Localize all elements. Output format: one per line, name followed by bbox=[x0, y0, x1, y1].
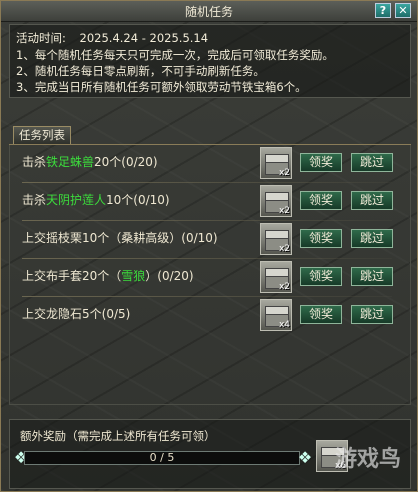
task-prefix: 上交龙隐石5个(0/5) bbox=[22, 307, 131, 321]
bar-right-ornament-icon: ❖ bbox=[297, 448, 313, 467]
task-text: 上交摇枝栗10个（桑耕高级）(0/10) bbox=[22, 229, 218, 246]
event-info-panel: 活动时间: 2025.4.24 - 2025.5.14 1、每个随机任务每天只可… bbox=[9, 24, 411, 98]
progress-bar: 0 / 5 bbox=[24, 451, 300, 465]
claim-button[interactable]: 领奖 bbox=[300, 191, 342, 210]
extra-reward-title: 额外奖励（需完成上述所有任务可领） bbox=[20, 429, 216, 443]
task-suffix: 10个(0/10) bbox=[106, 193, 170, 207]
skip-button[interactable]: 跳过 bbox=[351, 305, 393, 324]
task-prefix: 击杀 bbox=[22, 193, 47, 207]
skip-button[interactable]: 跳过 bbox=[351, 191, 393, 210]
reward-chest-icon[interactable]: x2 bbox=[260, 147, 292, 179]
progress-text: 0 / 5 bbox=[149, 451, 175, 464]
task-text: 击杀天阴护莲人10个(0/10) bbox=[22, 191, 170, 208]
skip-button[interactable]: 跳过 bbox=[351, 229, 393, 248]
task-text: 上交龙隐石5个(0/5) bbox=[22, 305, 130, 322]
claim-button[interactable]: 领奖 bbox=[300, 267, 342, 286]
task-suffix: ）(0/20) bbox=[145, 269, 194, 283]
task-suffix: 20个(0/20) bbox=[94, 155, 158, 169]
task-target: 天阴护莲人 bbox=[46, 193, 107, 207]
task-prefix: 击杀 bbox=[22, 155, 47, 169]
task-row: 击杀铁足蛛兽20个(0/20) x2 领奖 跳过 bbox=[10, 145, 410, 183]
task-row: 击杀天阴护莲人10个(0/10) x2 领奖 跳过 bbox=[10, 183, 410, 221]
date-label: 活动时间: bbox=[16, 31, 66, 45]
skip-button[interactable]: 跳过 bbox=[351, 267, 393, 286]
task-prefix: 上交布手套20个（ bbox=[22, 269, 122, 283]
rule-3: 3、完成当日所有随机任务可额外领取劳动节铁宝箱6个。 bbox=[16, 80, 307, 94]
task-list: 击杀铁足蛛兽20个(0/20) x2 领奖 跳过 击杀天阴护莲人10个(0/10… bbox=[9, 145, 411, 405]
rule-2: 2、随机任务每日零点刷新，不可手动刷新任务。 bbox=[16, 64, 265, 78]
help-button[interactable]: ? bbox=[375, 3, 391, 18]
skip-button[interactable]: 跳过 bbox=[351, 153, 393, 172]
task-row: 上交龙隐石5个(0/5) x4 领奖 跳过 bbox=[10, 297, 410, 335]
rule-1: 1、每个随机任务每天只可完成一次，完成后可领取任务奖励。 bbox=[16, 48, 334, 62]
watermark-logo: 游戏鸟 bbox=[335, 447, 402, 472]
event-date: 活动时间: 2025.4.24 - 2025.5.14 bbox=[16, 30, 208, 46]
task-window: 随机任务 ? ✕ 活动时间: 2025.4.24 - 2025.5.14 1、每… bbox=[0, 0, 418, 492]
title-bar[interactable]: 随机任务 ? ✕ bbox=[1, 1, 417, 22]
claim-button[interactable]: 领奖 bbox=[300, 305, 342, 324]
reward-qty: x2 bbox=[278, 168, 290, 178]
date-range: 2025.4.24 - 2025.5.14 bbox=[79, 31, 209, 45]
reward-qty: x4 bbox=[278, 320, 290, 330]
task-target: 铁足蛛兽 bbox=[46, 155, 95, 169]
claim-button[interactable]: 领奖 bbox=[300, 229, 342, 248]
reward-qty: x2 bbox=[278, 282, 290, 292]
task-row: 上交布手套20个（雪狼）(0/20) x2 领奖 跳过 bbox=[10, 259, 410, 297]
reward-chest-icon[interactable]: x2 bbox=[260, 261, 292, 293]
reward-chest-icon[interactable]: x4 bbox=[260, 299, 292, 331]
reward-qty: x2 bbox=[278, 244, 290, 254]
task-target: 雪狼 bbox=[121, 269, 146, 283]
task-text: 击杀铁足蛛兽20个(0/20) bbox=[22, 153, 158, 170]
task-text: 上交布手套20个（雪狼）(0/20) bbox=[22, 267, 194, 284]
window-title: 随机任务 bbox=[184, 5, 233, 19]
claim-button[interactable]: 领奖 bbox=[300, 153, 342, 172]
reward-chest-icon[interactable]: x2 bbox=[260, 185, 292, 217]
close-button[interactable]: ✕ bbox=[395, 3, 411, 18]
task-prefix: 上交摇枝栗10个（桑耕高级）(0/10) bbox=[22, 231, 218, 245]
reward-chest-icon[interactable]: x2 bbox=[260, 223, 292, 255]
task-row: 上交摇枝栗10个（桑耕高级）(0/10) x2 领奖 跳过 bbox=[10, 221, 410, 259]
tab-task-list[interactable]: 任务列表 bbox=[13, 126, 71, 144]
reward-qty: x2 bbox=[278, 206, 290, 216]
